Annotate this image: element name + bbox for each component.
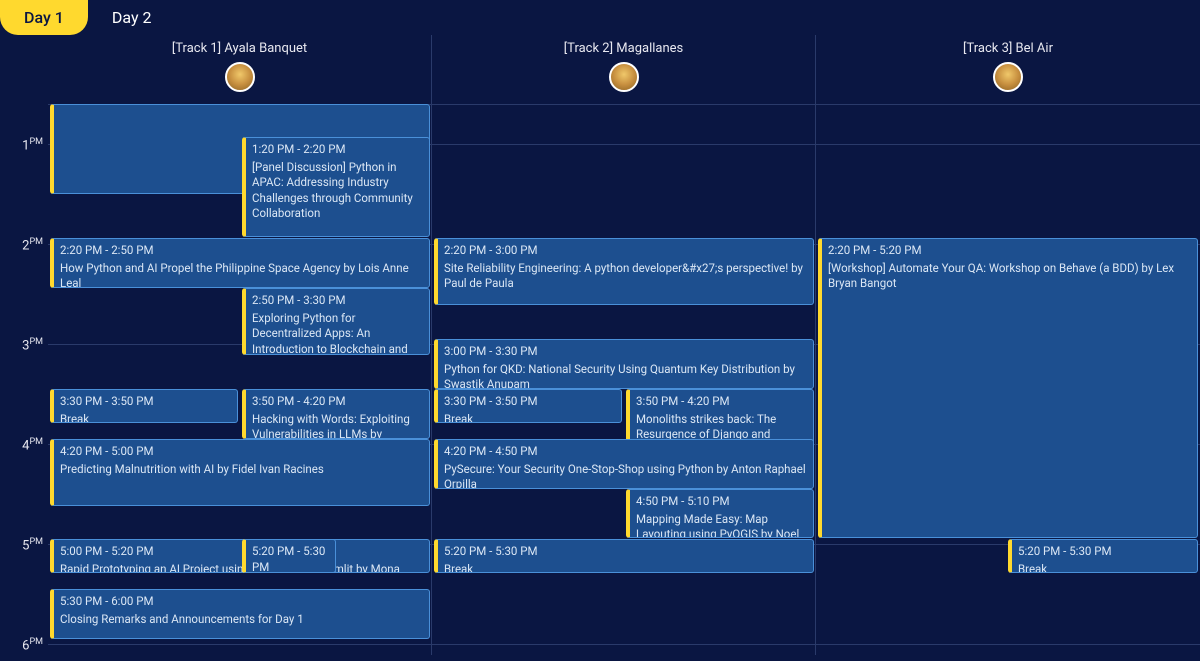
event-title: Exploring Python for Decentralized Apps:… <box>252 311 423 355</box>
event-time: 2:20 PM - 5:20 PM <box>828 243 1191 259</box>
track-header-2: [Track 2] Magallanes <box>432 35 815 56</box>
event-time: 5:20 PM - 5:30 PM <box>252 544 329 573</box>
day-tabs: Day 1 Day 2 <box>0 0 1200 35</box>
event-title: Python for QKD: National Security Using … <box>444 362 807 389</box>
schedule-grid: 1PM 2PM 3PM 4PM 5PM 6PM [Track 1] Ayala … <box>0 35 1200 655</box>
event-time: 5:20 PM - 5:30 PM <box>444 544 807 560</box>
track-header-1: [Track 1] Ayala Banquet <box>48 35 431 56</box>
event-sre[interactable]: 2:20 PM - 3:00 PM Site Reliability Engin… <box>434 238 814 305</box>
hour-label-5pm: 5PM <box>0 537 48 553</box>
track-avatar-2[interactable] <box>609 62 639 92</box>
event-time: 1:20 PM - 2:20 PM <box>252 142 423 158</box>
hour-label-3pm: 3PM <box>0 337 48 353</box>
event-time: 3:30 PM - 3:50 PM <box>60 394 231 410</box>
event-colab[interactable]: 5:00 PM - 5:20 PM Rapid Prototyping an A… <box>50 539 430 573</box>
event-hacking[interactable]: 3:50 PM - 4:20 PM Hacking with Words: Ex… <box>242 389 430 439</box>
event-pyqgis[interactable]: 4:50 PM - 5:10 PM Mapping Made Easy: Map… <box>626 489 814 538</box>
event-title: Break <box>444 412 615 423</box>
event-time: 3:00 PM - 3:30 PM <box>444 344 807 360</box>
event-time: 2:50 PM - 3:30 PM <box>252 293 423 309</box>
event-title: Break <box>1018 562 1191 573</box>
event-pysecure[interactable]: 4:20 PM - 4:50 PM PySecure: Your Securit… <box>434 439 814 489</box>
event-break-t1b[interactable]: 5:20 PM - 5:30 PM Break <box>242 539 336 573</box>
hour-label-1pm: 1PM <box>0 137 48 153</box>
event-workshop-qa[interactable]: 2:20 PM - 5:20 PM [Workshop] Automate Yo… <box>818 238 1198 538</box>
event-panel-apac[interactable]: 1:20 PM - 2:20 PM [Panel Discussion] Pyt… <box>242 137 430 237</box>
event-malnutrition[interactable]: 4:20 PM - 5:00 PM Predicting Malnutritio… <box>50 439 430 506</box>
event-title: Hacking with Words: Exploiting Vulnerabi… <box>252 412 423 439</box>
event-title: Predicting Malnutrition with AI by Fidel… <box>60 462 423 478</box>
event-time: 4:20 PM - 5:00 PM <box>60 444 423 460</box>
event-title: [Panel Discussion] Python in APAC: Addre… <box>252 160 423 222</box>
hour-label-4pm: 4PM <box>0 437 48 453</box>
event-time: 4:50 PM - 5:10 PM <box>636 494 807 510</box>
event-title: Closing Remarks and Announcements for Da… <box>60 612 423 628</box>
event-break-t3[interactable]: 5:20 PM - 5:30 PM Break <box>1008 539 1198 573</box>
event-dapp[interactable]: 2:50 PM - 3:30 PM Exploring Python for D… <box>242 288 430 355</box>
tab-day-2[interactable]: Day 2 <box>88 0 176 35</box>
event-title: Break <box>444 562 807 573</box>
event-title: Break <box>60 412 231 423</box>
tab-day-1[interactable]: Day 1 <box>0 0 88 35</box>
event-break-t2a[interactable]: 3:30 PM - 3:50 PM Break <box>434 389 622 423</box>
track-header-3: [Track 3] Bel Air <box>816 35 1200 56</box>
event-qkd[interactable]: 3:00 PM - 3:30 PM Python for QKD: Nation… <box>434 339 814 389</box>
event-title: How Python and AI Propel the Philippine … <box>60 261 423 288</box>
event-time: 5:20 PM - 5:30 PM <box>1018 544 1191 560</box>
event-title: [Workshop] Automate Your QA: Workshop on… <box>828 261 1191 292</box>
event-break-t2b[interactable]: 5:20 PM - 5:30 PM Break <box>434 539 814 573</box>
track-avatar-3[interactable] <box>993 62 1023 92</box>
event-time: 5:30 PM - 6:00 PM <box>60 594 423 610</box>
event-closing[interactable]: 5:30 PM - 6:00 PM Closing Remarks and An… <box>50 589 430 639</box>
event-time: 3:50 PM - 4:20 PM <box>252 394 423 410</box>
event-time: 4:20 PM - 4:50 PM <box>444 444 807 460</box>
event-title: Mapping Made Easy: Map Layouting using P… <box>636 512 807 538</box>
track-avatar-1[interactable] <box>225 62 255 92</box>
hour-label-6pm: 6PM <box>0 637 48 653</box>
event-time: 3:30 PM - 3:50 PM <box>444 394 615 410</box>
event-title: PySecure: Your Security One-Stop-Shop us… <box>444 462 807 489</box>
event-time: 2:20 PM - 3:00 PM <box>444 243 807 259</box>
event-time: 2:20 PM - 2:50 PM <box>60 243 423 259</box>
hour-label-2pm: 2PM <box>0 237 48 253</box>
event-title: Site Reliability Engineering: A python d… <box>444 261 807 292</box>
event-time: 3:50 PM - 4:20 PM <box>636 394 807 410</box>
event-ph-space[interactable]: 2:20 PM - 2:50 PM How Python and AI Prop… <box>50 238 430 288</box>
event-break-t1a[interactable]: 3:30 PM - 3:50 PM Break <box>50 389 238 423</box>
